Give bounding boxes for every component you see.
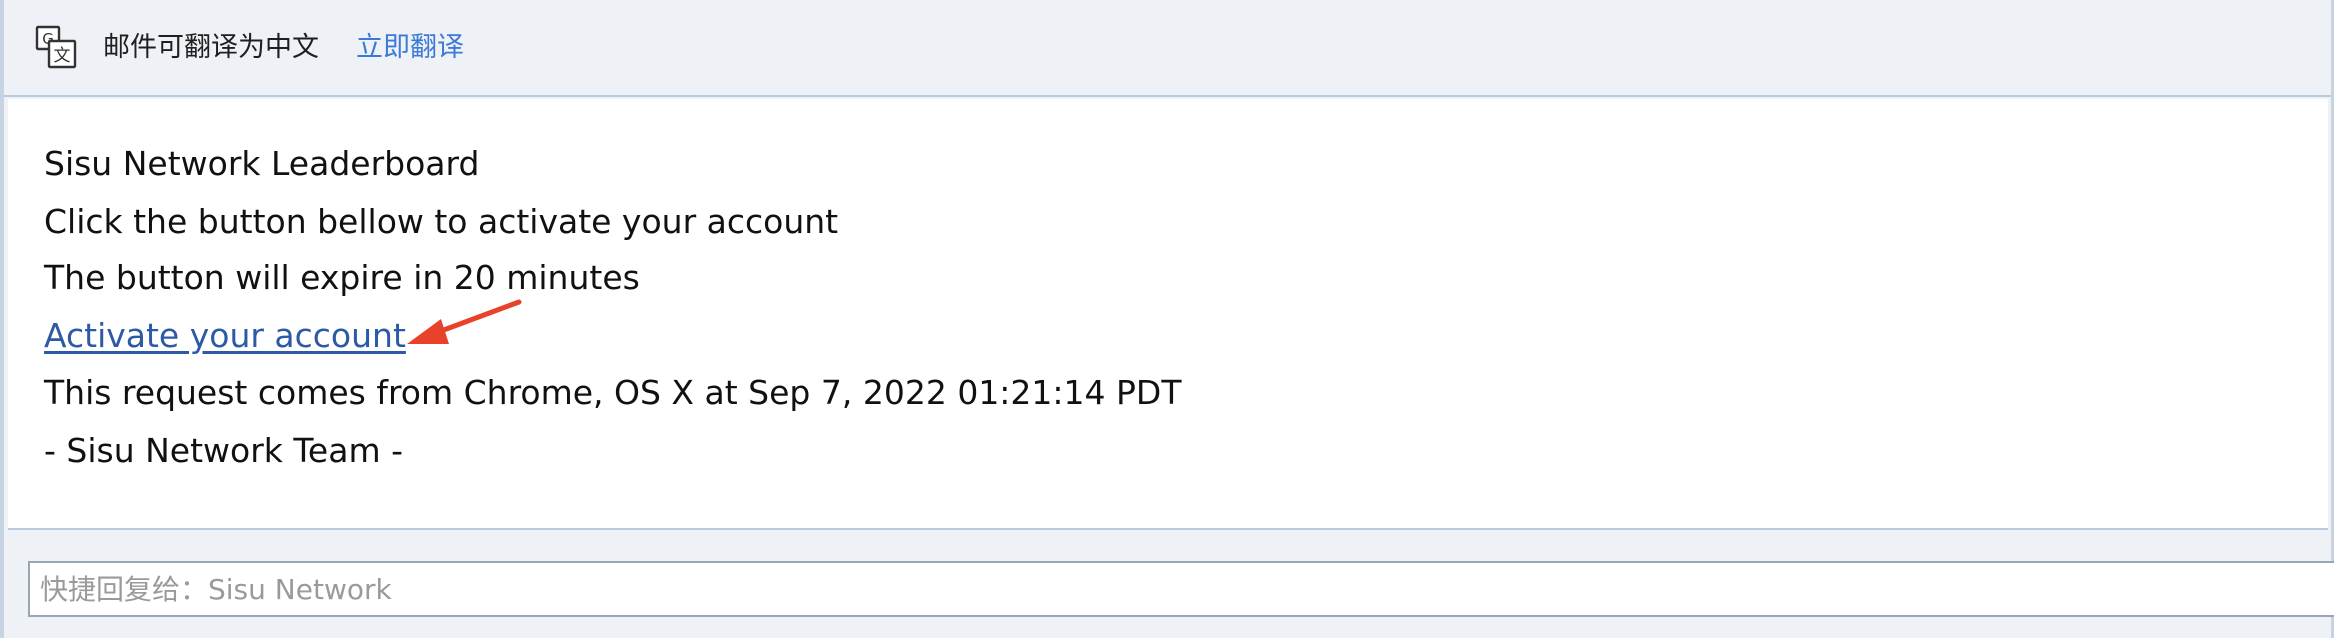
quick-reply-input[interactable]	[28, 561, 2334, 617]
email-view: G 文 邮件可翻译为中文 立即翻译 Sisu Network Leaderboa…	[0, 0, 2334, 638]
activate-line: Activate your account	[44, 316, 406, 356]
translate-icon[interactable]: G 文	[34, 24, 80, 70]
email-body: Sisu Network Leaderboard Click the butto…	[8, 99, 2328, 530]
email-expiry-note: The button will expire in 20 minutes	[44, 258, 640, 297]
translate-bar: G 文 邮件可翻译为中文 立即翻译	[4, 0, 2331, 97]
email-instruction: Click the button bellow to activate your…	[44, 202, 839, 241]
request-origin: This request comes from Chrome, OS X at …	[44, 373, 1182, 412]
annotation-arrow-icon	[407, 299, 522, 344]
svg-text:文: 文	[54, 46, 71, 66]
translate-notice: 邮件可翻译为中文	[103, 32, 319, 63]
activate-account-link[interactable]: Activate your account	[44, 316, 406, 355]
email-heading: Sisu Network Leaderboard	[44, 144, 480, 183]
email-signature: - Sisu Network Team -	[44, 431, 404, 470]
quick-reply-area	[4, 531, 2334, 638]
translate-now-link[interactable]: 立即翻译	[356, 29, 464, 67]
